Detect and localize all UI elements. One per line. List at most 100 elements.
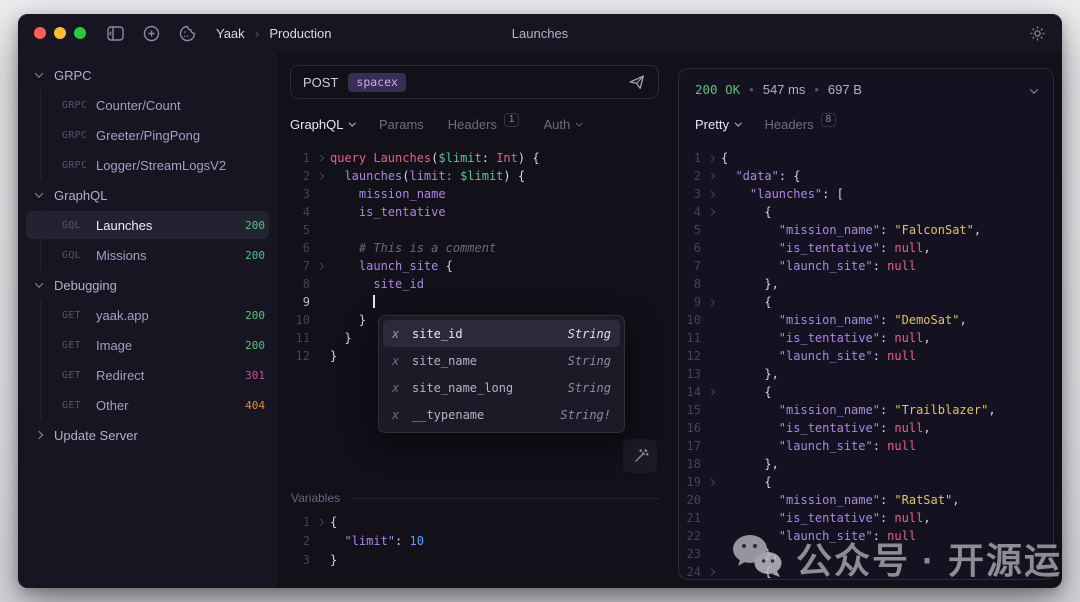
code-line: 2 "limit": 10 bbox=[290, 532, 659, 551]
folder-chevron-icon[interactable] bbox=[32, 72, 46, 78]
tab-params[interactable]: Params bbox=[379, 117, 424, 132]
environment-name[interactable]: Production bbox=[269, 26, 331, 41]
folder-label: Debugging bbox=[54, 278, 265, 293]
sidebar-item-other[interactable]: GETOther404 bbox=[18, 390, 277, 420]
fold-chevron-icon[interactable] bbox=[310, 257, 330, 275]
folder-chevron-icon[interactable] bbox=[32, 282, 46, 288]
fold-chevron-icon[interactable] bbox=[701, 293, 721, 311]
sidebar-item-launches[interactable]: GQLLaunches200 bbox=[18, 210, 277, 240]
chevron-down-icon bbox=[576, 119, 582, 125]
fold-chevron-icon[interactable] bbox=[701, 563, 721, 579]
format-magic-wand-button[interactable] bbox=[623, 439, 657, 473]
close-window-button[interactable] bbox=[34, 27, 46, 39]
variables-editor[interactable]: 1{2 "limit": 103} bbox=[290, 513, 659, 570]
sidebar-item-greeter-pingpong[interactable]: GRPCGreeter/PingPong bbox=[18, 120, 277, 150]
code-line: 13 }, bbox=[681, 365, 1053, 383]
tab-headers[interactable]: Headers8 bbox=[764, 117, 836, 132]
breadcrumb[interactable]: Yaak › Production bbox=[216, 25, 332, 41]
fold-chevron-icon[interactable] bbox=[701, 167, 721, 185]
variables-label: Variables bbox=[291, 491, 340, 505]
cookie-icon[interactable] bbox=[178, 24, 196, 42]
line-number: 4 bbox=[290, 203, 310, 221]
line-number: 9 bbox=[681, 293, 701, 311]
autocomplete-item-site-name-long[interactable]: xsite_name_longString bbox=[383, 374, 620, 401]
tab-pretty[interactable]: Pretty bbox=[695, 117, 740, 132]
fold-chevron-icon[interactable] bbox=[310, 167, 330, 185]
code-text: "mission_name": "Trailblazer", bbox=[721, 401, 996, 419]
status-badge: 200 bbox=[245, 339, 265, 352]
breadcrumb-separator: › bbox=[255, 25, 260, 41]
fold-chevron-icon[interactable] bbox=[701, 203, 721, 221]
folder-chevron-icon[interactable] bbox=[32, 432, 46, 438]
folder-label: GraphQL bbox=[54, 188, 265, 203]
folder-chevron-icon[interactable] bbox=[32, 192, 46, 198]
new-request-icon[interactable] bbox=[142, 24, 160, 42]
code-line: 20 "mission_name": "RatSat", bbox=[681, 491, 1053, 509]
fold-chevron-icon[interactable] bbox=[310, 513, 330, 532]
autocomplete-item-site-name[interactable]: xsite_nameString bbox=[383, 347, 620, 374]
fold-chevron-icon[interactable] bbox=[701, 473, 721, 491]
fold-chevron-icon[interactable] bbox=[310, 149, 330, 167]
code-text: "mission_name": "FalconSat", bbox=[721, 221, 981, 239]
workspace-name[interactable]: Yaak bbox=[216, 26, 245, 41]
maximize-window-button[interactable] bbox=[74, 27, 86, 39]
fold-gutter bbox=[701, 509, 721, 527]
fold-gutter bbox=[310, 239, 330, 257]
sidebar-item-logger-streamlogsv2[interactable]: GRPCLogger/StreamLogsV2 bbox=[18, 150, 277, 180]
code-line: 8 site_id bbox=[290, 275, 659, 293]
sidebar-item-image[interactable]: GETImage200 bbox=[18, 330, 277, 360]
tab-graphql[interactable]: GraphQL bbox=[290, 117, 355, 132]
code-text: "is_tentative": null, bbox=[721, 419, 931, 437]
code-text: }, bbox=[721, 365, 779, 383]
response-status-code: 200 OK bbox=[695, 82, 740, 97]
code-text: "launch_site": null bbox=[721, 347, 916, 365]
line-number: 2 bbox=[290, 532, 310, 551]
autocomplete-type: String bbox=[568, 354, 611, 368]
response-pane: 200 OK • 547 ms • 697 B PrettyHeaders8 1… bbox=[672, 52, 1062, 588]
response-body-viewer[interactable]: 1{2 "data": {3 "launches": [4 {5 "missio… bbox=[679, 149, 1053, 579]
response-menu-chevron-icon[interactable] bbox=[1031, 82, 1037, 97]
tab-auth[interactable]: Auth bbox=[543, 117, 581, 132]
settings-gear-icon[interactable] bbox=[1028, 24, 1046, 42]
code-text: "is_tentative": null, bbox=[721, 239, 931, 257]
fold-chevron-icon[interactable] bbox=[701, 185, 721, 203]
request-name: Redirect bbox=[96, 368, 245, 383]
autocomplete-label: site_id bbox=[412, 327, 463, 341]
fold-chevron-icon[interactable] bbox=[701, 383, 721, 401]
request-method-label: GRPC bbox=[62, 100, 96, 111]
fold-gutter bbox=[701, 221, 721, 239]
sidebar-item-missions[interactable]: GQLMissions200 bbox=[18, 240, 277, 270]
fold-chevron-icon[interactable] bbox=[701, 149, 721, 167]
request-name: Other bbox=[96, 398, 245, 413]
fold-gutter bbox=[701, 311, 721, 329]
code-line: 4 is_tentative bbox=[290, 203, 659, 221]
line-number: 7 bbox=[681, 257, 701, 275]
field-kind-icon: x bbox=[392, 381, 412, 395]
autocomplete-type: String bbox=[568, 327, 611, 341]
code-text: }, bbox=[721, 275, 779, 293]
line-number: 6 bbox=[681, 239, 701, 257]
fold-gutter bbox=[701, 239, 721, 257]
fold-gutter bbox=[310, 221, 330, 239]
minimize-window-button[interactable] bbox=[54, 27, 66, 39]
autocomplete-item--typename[interactable]: x__typenameString! bbox=[383, 401, 620, 428]
sidebar-item-counter-count[interactable]: GRPCCounter/Count bbox=[18, 90, 277, 120]
url-environment-badge[interactable]: spacex bbox=[348, 73, 406, 92]
sidebar-item-redirect[interactable]: GETRedirect301 bbox=[18, 360, 277, 390]
sidebar-folder-grpc[interactable]: GRPC bbox=[18, 60, 277, 90]
sidebar: GRPCGRPCCounter/CountGRPCGreeter/PingPon… bbox=[18, 52, 277, 588]
sidebar-folder-debugging[interactable]: Debugging bbox=[18, 270, 277, 300]
toggle-sidebar-icon[interactable] bbox=[106, 24, 124, 42]
tab-label: Params bbox=[379, 117, 424, 132]
folder-label: Update Server bbox=[54, 428, 265, 443]
sidebar-item-yaak-app[interactable]: GETyaak.app200 bbox=[18, 300, 277, 330]
send-request-icon[interactable] bbox=[628, 73, 646, 91]
sidebar-folder-update-server[interactable]: Update Server bbox=[18, 420, 277, 450]
autocomplete-item-site-id[interactable]: xsite_idString bbox=[383, 320, 620, 347]
folder-label: GRPC bbox=[54, 68, 265, 83]
code-line: 15 "mission_name": "Trailblazer", bbox=[681, 401, 1053, 419]
code-line: 4 { bbox=[681, 203, 1053, 221]
url-bar[interactable]: POST spacex bbox=[290, 65, 659, 99]
sidebar-folder-graphql[interactable]: GraphQL bbox=[18, 180, 277, 210]
tab-headers[interactable]: Headers1 bbox=[448, 117, 520, 132]
